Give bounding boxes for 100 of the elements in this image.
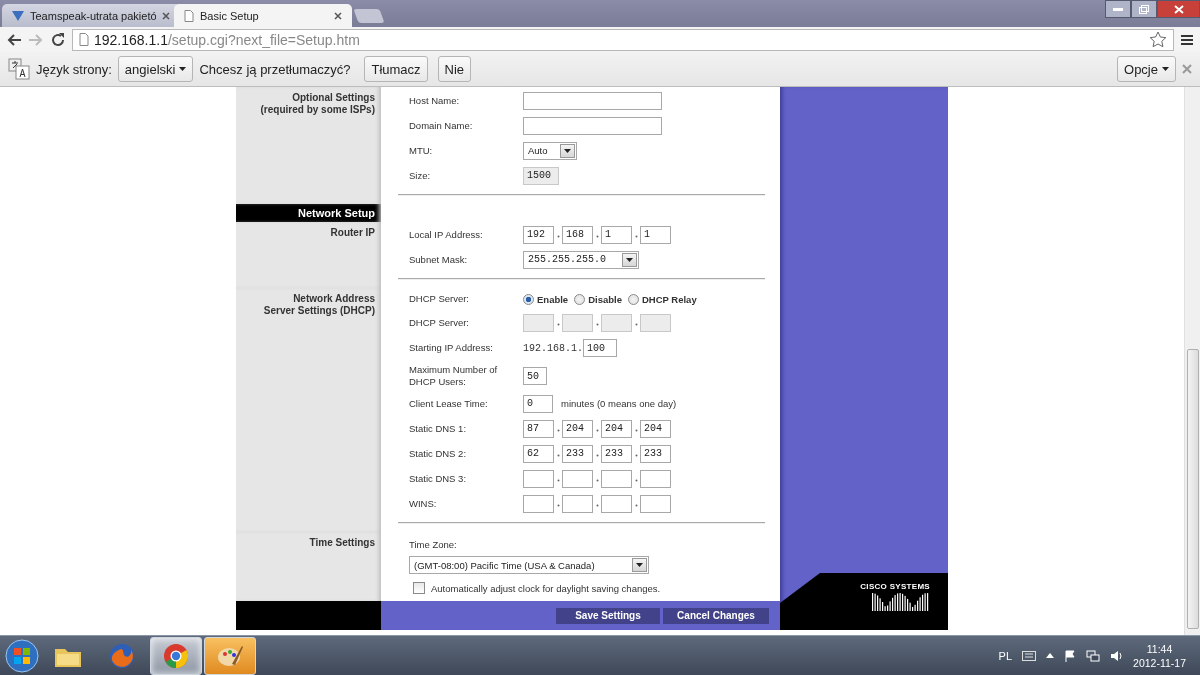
octet-field[interactable]: 204 [601, 419, 632, 438]
field-note: minutes (0 means one day) [561, 398, 677, 409]
radio-button[interactable] [627, 293, 639, 305]
octet-field[interactable]: 233 [562, 444, 593, 463]
url-host: 192.168.1.1 [94, 31, 168, 48]
octet-field[interactable]: 87 [523, 419, 554, 438]
translate-label: Język strony: [36, 61, 112, 77]
close-icon [334, 11, 342, 20]
octet-field[interactable] [562, 494, 593, 513]
forward-icon [28, 32, 44, 47]
radio-button[interactable] [574, 293, 586, 305]
translate-question: Chcesz ją przetłumaczyć? [199, 61, 351, 77]
url-path: /setup.cgi?next_file=Setup.htm [167, 31, 360, 48]
caret-icon [636, 563, 643, 567]
new-tab-button[interactable] [353, 9, 385, 23]
separator-dot [634, 478, 638, 482]
field-label: Static DNS 3: [409, 472, 468, 485]
caret-icon [1162, 67, 1169, 71]
field-label: Local IP Address: [409, 228, 484, 241]
field-label: Static DNS 1: [409, 422, 468, 435]
octet-field[interactable]: 1 [601, 225, 632, 244]
close-icon [1182, 64, 1192, 74]
dropdown[interactable]: 255.255.255.0 [523, 250, 639, 269]
octet-field[interactable] [601, 469, 632, 488]
number-field[interactable]: 50 [523, 367, 547, 385]
caret-up-icon [1046, 653, 1055, 658]
radio-option[interactable]: Enable [523, 293, 569, 305]
octet-field[interactable] [523, 469, 554, 488]
octet-field[interactable]: 233 [601, 444, 632, 463]
clock-time[interactable]: 11:44 [1146, 641, 1173, 656]
chrome-icon [162, 641, 190, 670]
options-button[interactable]: Opcje [1117, 56, 1176, 82]
translate-button[interactable]: Nie [437, 56, 472, 82]
page-icon [79, 33, 89, 46]
section-heading: Network Address [293, 293, 375, 305]
octet-field[interactable]: 192 [523, 225, 554, 244]
checkbox[interactable] [413, 582, 425, 594]
section-heading: Time Settings [309, 537, 375, 549]
back-icon [6, 32, 22, 47]
separator-dot [556, 503, 560, 507]
radio-option[interactable]: DHCP Relay [627, 293, 697, 305]
reload-icon [50, 31, 66, 48]
form-button[interactable]: Cancel Changes [663, 607, 769, 624]
field-label: Subnet Mask: [409, 253, 469, 266]
octet-field[interactable] [562, 469, 593, 488]
browser-tab[interactable]: Basic Setup [174, 4, 352, 27]
field-label: Size: [409, 169, 432, 182]
address-bar[interactable]: 192.168.1.1/setup.cgi?next_file=Setup.htm [72, 28, 1174, 51]
separator-dot [556, 478, 560, 482]
field-label: Domain Name: [409, 119, 474, 132]
field-label: Static DNS 2: [409, 447, 468, 460]
separator-dot [634, 322, 638, 326]
minimize-icon [1113, 7, 1123, 11]
octet-field[interactable] [640, 494, 671, 513]
octet-field[interactable]: 204 [562, 419, 593, 438]
menu-icon [1180, 33, 1194, 46]
field-label: WINS: [409, 497, 438, 510]
dropdown[interactable]: (GMT-08:00) Pacific Time (USA & Canada) [409, 556, 649, 574]
scrollbar[interactable] [1184, 87, 1200, 635]
speaker-icon [1110, 649, 1124, 662]
radio-option[interactable]: Disable [574, 293, 622, 305]
checkbox-option[interactable]: Automatically adjust clock for daylight saving changes. [409, 582, 661, 594]
scrollbar-thumb[interactable] [1186, 349, 1199, 629]
octet-field[interactable]: 233 [640, 444, 671, 463]
octet-field[interactable]: 204 [640, 419, 671, 438]
field-label: Host Name: [409, 94, 461, 107]
text-field[interactable]: 100 [583, 339, 617, 357]
text-field[interactable] [523, 116, 662, 135]
separator-dot [595, 453, 599, 457]
separator-dot [634, 503, 638, 507]
taskbar-app[interactable] [150, 636, 202, 675]
close-button[interactable] [1157, 0, 1200, 18]
octet-field[interactable] [523, 494, 554, 513]
separator-dot [556, 453, 560, 457]
close-icon [162, 11, 170, 20]
radio-button[interactable] [523, 293, 534, 305]
octet-field[interactable]: 1 [640, 225, 671, 244]
language-indicator[interactable]: PL [998, 649, 1013, 662]
separator-dot [595, 234, 599, 238]
separator-dot [595, 503, 599, 507]
octet-field[interactable]: 168 [562, 225, 593, 244]
form-button[interactable]: Save Settings [556, 607, 660, 624]
separator-dot [634, 453, 638, 457]
translate-button[interactable]: Tłumacz [364, 56, 428, 82]
start-orb-icon [4, 637, 40, 674]
taskbar-app[interactable] [204, 636, 256, 675]
separator-dot [595, 428, 599, 432]
language-dropdown[interactable]: angielski [117, 56, 194, 82]
octet-field[interactable] [640, 469, 671, 488]
minimize-button[interactable] [1105, 0, 1131, 18]
octet-field[interactable]: 62 [523, 444, 554, 463]
octet-field[interactable] [601, 494, 632, 513]
separator-dot [595, 478, 599, 482]
clock-date[interactable]: 2012-11-17 [1133, 655, 1186, 670]
restore-button[interactable] [1131, 0, 1157, 18]
dropdown[interactable]: Auto [523, 141, 577, 160]
field-label: DHCP Server: [409, 293, 470, 305]
number-field[interactable]: 0 [523, 394, 553, 413]
page-icon [184, 9, 194, 22]
text-field[interactable] [523, 91, 662, 110]
